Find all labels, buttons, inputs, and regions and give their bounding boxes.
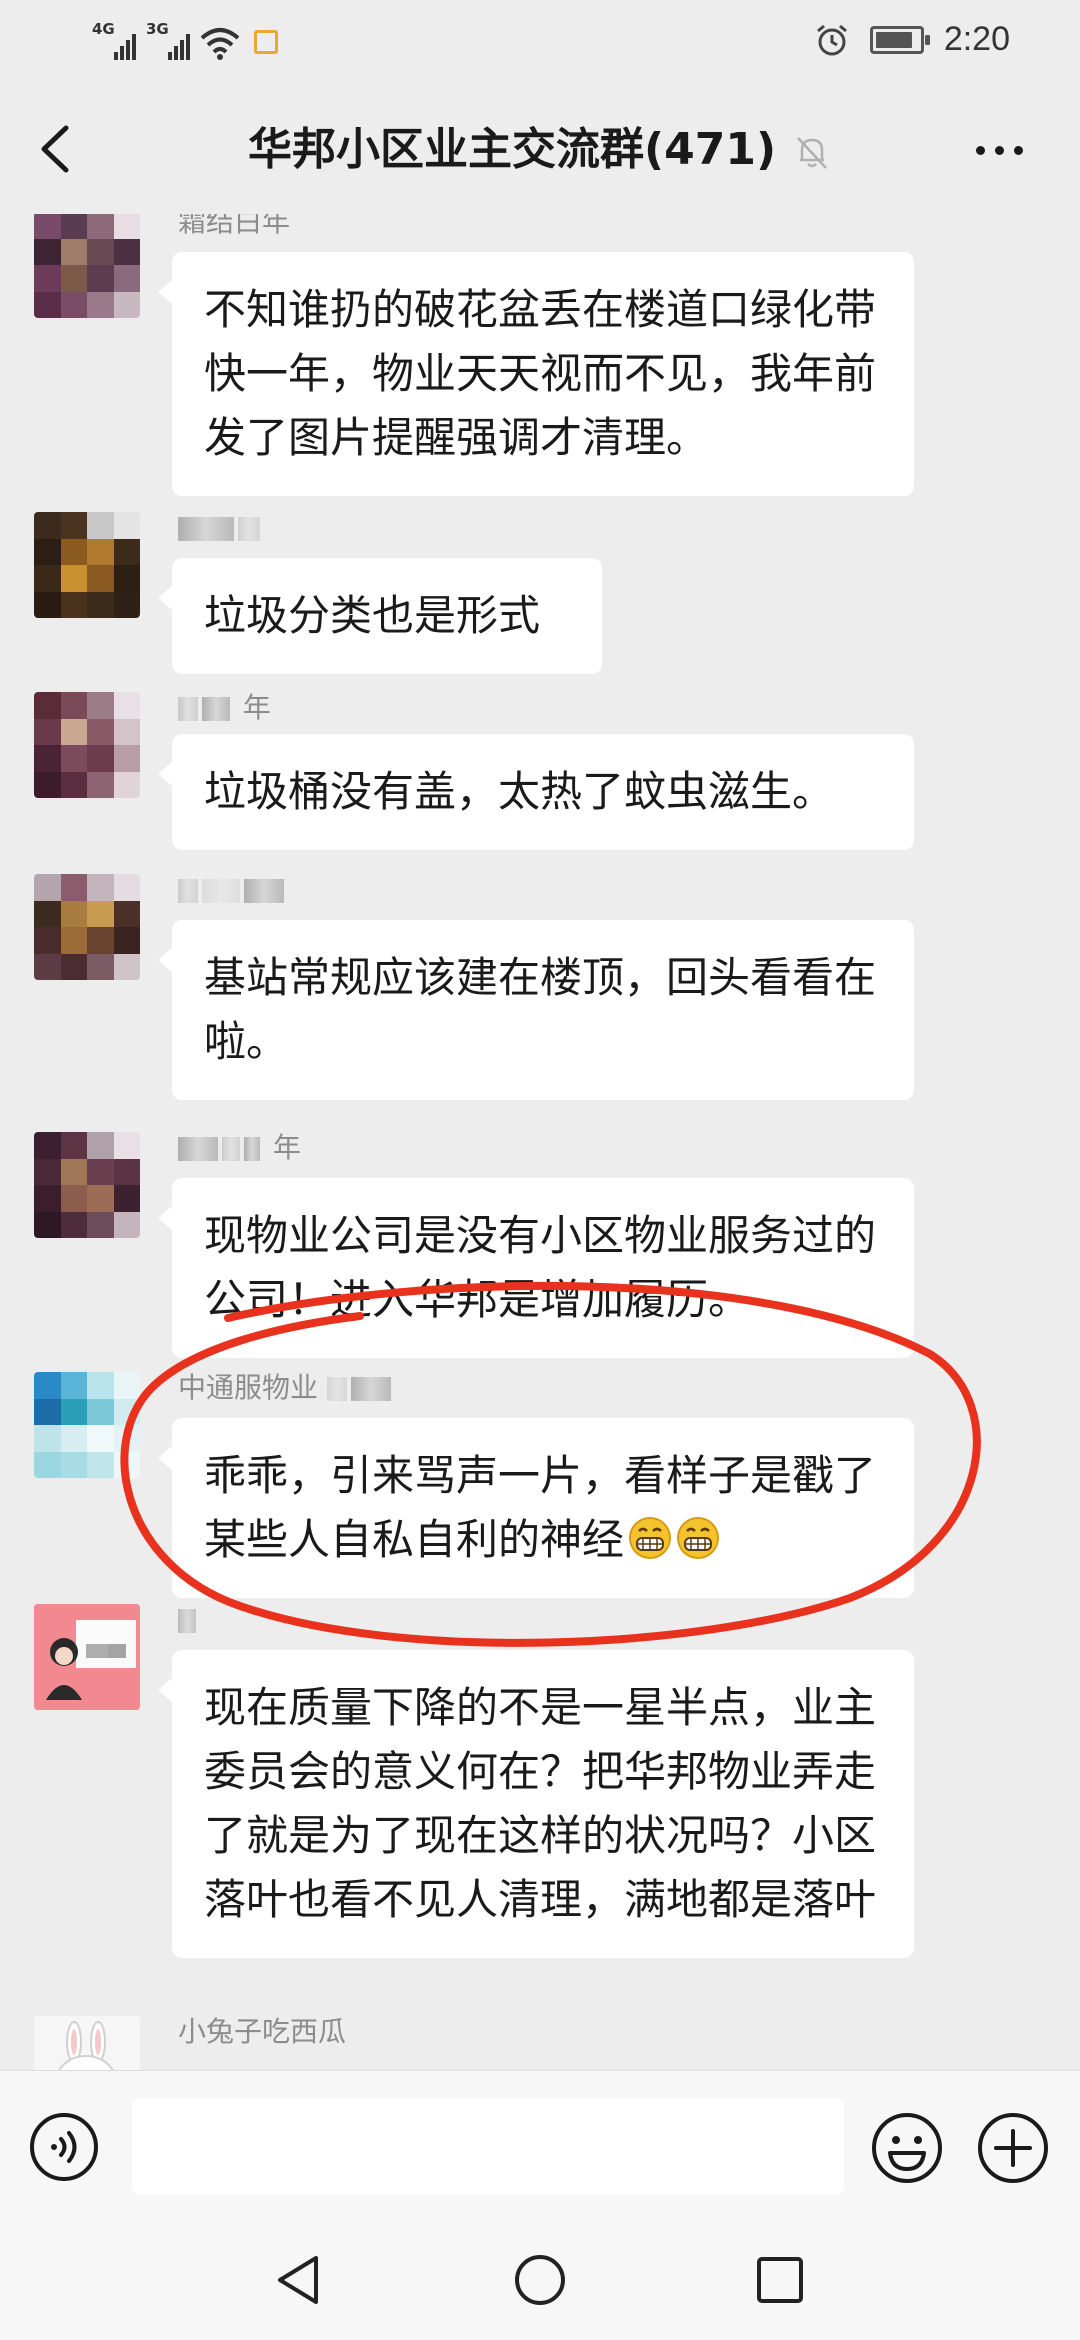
message-text: 乖乖，引来骂声一片，看样子是戳了某些人自私自利的神经	[204, 1451, 877, 1564]
avatar[interactable]	[34, 1372, 140, 1478]
avatar[interactable]	[34, 214, 140, 318]
clock: 2:20	[943, 20, 1010, 58]
message-bubble[interactable]: 乖乖，引来骂声一片，看样子是戳了某些人自私自利的神经	[158, 1418, 914, 1598]
avatar[interactable]	[34, 1132, 140, 1238]
sender-name: 年	[178, 1132, 301, 1164]
plus-icon[interactable]	[976, 2111, 1050, 2185]
battery-icon	[869, 25, 930, 54]
nav-back-icon[interactable]	[270, 2250, 326, 2310]
avatar[interactable]	[34, 692, 140, 798]
sender-name: 霜结白年	[178, 214, 291, 238]
sender-name	[178, 512, 264, 544]
chat-input-bar	[0, 2070, 1080, 2221]
grinning-face-emoji-icon	[629, 1517, 672, 1559]
avatar[interactable]	[34, 2016, 140, 2070]
message-bubble[interactable]: 不知谁扔的破花盆丢在楼道口绿化带快一年，物业天天视而不见，我年前发了图片提醒强调…	[158, 252, 914, 496]
mute-bell-icon	[797, 137, 827, 169]
signal-label: 4G	[92, 20, 115, 38]
nav-recents-icon[interactable]	[754, 2254, 806, 2306]
message-bubble[interactable]: 基站常规应该建在楼顶，回头看看在啦。	[158, 920, 914, 1100]
chat-title[interactable]: 华邦小区业主交流群(471)	[248, 124, 776, 176]
message-bubble[interactable]: 现在质量下降的不是一星半点，业主委员会的意义何在？把华邦物业弄走了就是为了现在这…	[158, 1650, 914, 1958]
system-navigation-bar	[0, 2220, 1080, 2340]
signal-label: 3G	[146, 20, 169, 38]
wifi-icon	[200, 28, 240, 60]
status-bar: 4G 3G 2:20	[0, 0, 1080, 84]
status-left-cluster: 4G 3G	[92, 22, 278, 60]
sender-name: 中通服物业	[178, 1372, 395, 1404]
avatar[interactable]	[34, 512, 140, 618]
back-arrow-icon[interactable]	[30, 122, 80, 176]
signal-icon: 4G	[92, 22, 136, 60]
grinning-face-emoji-icon	[677, 1517, 720, 1559]
sender-name: 年	[178, 692, 271, 724]
more-dots-icon[interactable]	[976, 146, 1023, 155]
alarm-icon	[816, 24, 847, 55]
voice-icon[interactable]	[28, 2111, 100, 2183]
signal-icon: 3G	[146, 22, 190, 60]
sim-badge-icon	[254, 30, 278, 54]
avatar[interactable]	[34, 874, 140, 980]
sender-name	[178, 1604, 200, 1636]
emoji-icon[interactable]	[870, 2111, 944, 2185]
message-bubble[interactable]: 垃圾桶没有盖，太热了蚊虫滋生。	[158, 734, 914, 850]
nav-home-icon[interactable]	[512, 2252, 568, 2308]
sender-name	[178, 874, 288, 906]
message-list[interactable]: 霜结白年 不知谁扔的破花盆丢在楼道口绿化带快一年，物业天天视而不见，我年前发了图…	[0, 214, 1080, 2070]
message-bubble[interactable]: 垃圾分类也是形式	[158, 558, 602, 674]
avatar[interactable]	[34, 1604, 140, 1710]
message-bubble[interactable]: 现物业公司是没有小区物业服务过的公司！进入华邦是增加履历。	[158, 1178, 914, 1358]
status-right-cluster: 2:20	[814, 20, 1010, 59]
chat-header: 华邦小区业主交流群(471)	[0, 84, 1080, 214]
sender-name: 小兔子吃西瓜	[178, 2015, 347, 2048]
message-input[interactable]	[132, 2099, 844, 2195]
